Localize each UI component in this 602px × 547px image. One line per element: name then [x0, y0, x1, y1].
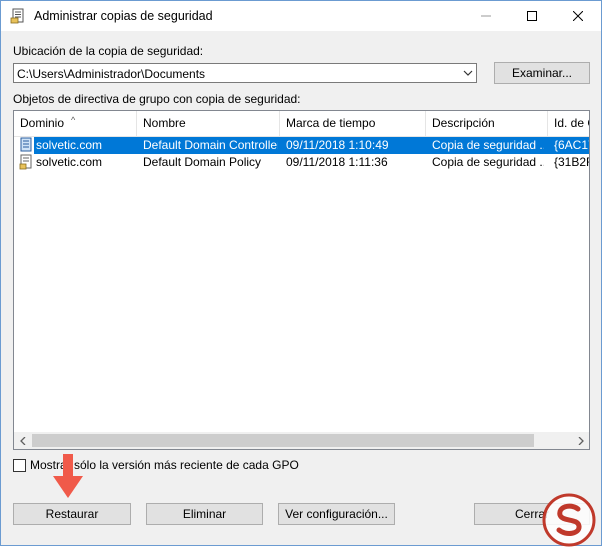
- table-row[interactable]: solvetic.com Default Domain Controller..…: [14, 137, 589, 154]
- minimize-icon: [481, 15, 491, 17]
- column-header-label: Dominio: [20, 116, 65, 130]
- latest-version-checkbox[interactable]: [13, 459, 26, 472]
- close-window-button[interactable]: [555, 1, 601, 31]
- gpo-backup-icon: [10, 8, 24, 24]
- cell-description: Copia de seguridad ...: [432, 138, 544, 152]
- column-header-label: Id. de G: [554, 116, 589, 130]
- sort-ascending-icon: ^: [71, 115, 76, 125]
- logo-watermark-icon: [542, 493, 596, 547]
- column-header-id[interactable]: Id. de G: [548, 111, 589, 136]
- chevron-right-icon: [578, 436, 584, 445]
- cell-name: Default Domain Policy: [143, 155, 262, 169]
- gpo-icon: [20, 137, 32, 152]
- gpo-icon: [19, 154, 32, 170]
- annotation-arrow-icon: [53, 454, 83, 498]
- backup-location-value: C:\Users\Administrador\Documents: [17, 67, 206, 81]
- column-header-description[interactable]: Descripción: [426, 111, 548, 136]
- close-icon: [573, 11, 583, 21]
- cell-description: Copia de seguridad ...: [432, 155, 544, 169]
- backup-location-combobox[interactable]: C:\Users\Administrador\Documents: [13, 63, 477, 83]
- maximize-icon: [527, 11, 537, 21]
- title-bar[interactable]: Administrar copias de seguridad: [1, 1, 601, 31]
- restore-button[interactable]: Restaurar: [13, 503, 131, 525]
- column-header-label: Marca de tiempo: [286, 116, 376, 130]
- cell-domain: solvetic.com: [36, 155, 103, 169]
- cell-domain: solvetic.com: [36, 138, 103, 152]
- backup-location-label: Ubicación de la copia de seguridad:: [13, 44, 204, 58]
- list-header: Dominio ^ Nombre Marca de tiempo Descrip…: [14, 111, 589, 137]
- gpo-backup-list[interactable]: Dominio ^ Nombre Marca de tiempo Descrip…: [13, 110, 590, 450]
- cell-timestamp: 09/11/2018 1:10:49: [286, 138, 389, 152]
- minimize-button[interactable]: [463, 1, 509, 31]
- view-settings-button[interactable]: Ver configuración...: [278, 503, 395, 525]
- scroll-left-button[interactable]: [14, 432, 31, 449]
- cell-timestamp: 09/11/2018 1:11:36: [286, 155, 388, 169]
- column-header-label: Nombre: [143, 116, 186, 130]
- cell-name: Default Domain Controller...: [143, 138, 278, 152]
- column-header-label: Descripción: [432, 116, 495, 130]
- horizontal-scrollbar[interactable]: [14, 432, 589, 449]
- table-row[interactable]: solvetic.com Default Domain Policy 09/11…: [14, 154, 589, 171]
- cell-id: {31B2F: [554, 155, 590, 169]
- scrollbar-thumb[interactable]: [32, 434, 534, 447]
- delete-button[interactable]: Eliminar: [146, 503, 263, 525]
- gpo-list-label: Objetos de directiva de grupo con copia …: [13, 92, 301, 106]
- window-title: Administrar copias de seguridad: [34, 9, 213, 23]
- backup-manager-window: Administrar copias de seguridad Ubicació…: [0, 0, 602, 547]
- browse-button[interactable]: Examinar...: [494, 62, 590, 84]
- cell-id: {6AC17: [554, 138, 589, 152]
- maximize-button[interactable]: [509, 1, 555, 31]
- column-header-name[interactable]: Nombre: [137, 111, 280, 136]
- scroll-right-button[interactable]: [572, 432, 589, 449]
- column-header-domain[interactable]: Dominio ^: [14, 111, 137, 136]
- column-header-timestamp[interactable]: Marca de tiempo: [280, 111, 426, 136]
- chevron-left-icon: [19, 436, 25, 445]
- chevron-down-icon[interactable]: [463, 69, 473, 77]
